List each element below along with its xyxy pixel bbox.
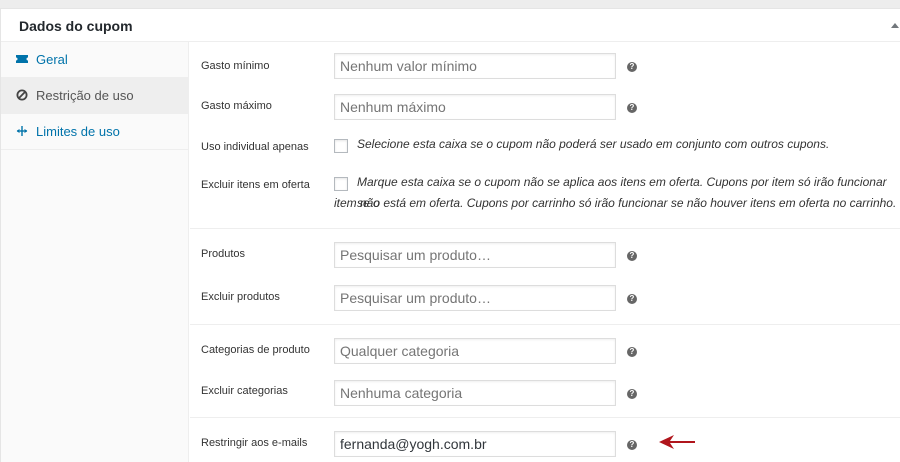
products-label: Produtos: [201, 248, 246, 260]
panel-title: Dados do cupom: [19, 18, 133, 34]
exclude-categories-input[interactable]: [334, 380, 616, 406]
products-search-input[interactable]: [334, 242, 616, 268]
individual-use-checkbox[interactable]: [334, 139, 348, 153]
tab-usage-restriction[interactable]: Restrição de uso: [1, 78, 188, 114]
exclude-categories-label: Excluir categorias: [201, 385, 288, 397]
help-icon[interactable]: ?: [627, 103, 637, 113]
categories-group: Categorias de produto ? Excluir categori…: [190, 325, 900, 418]
tab-usage-limits[interactable]: Limites de uso: [1, 114, 188, 150]
exclude-products-label: Excluir produtos: [201, 291, 280, 303]
collapse-toggle-icon[interactable]: [891, 23, 899, 28]
coupon-data-panel: Dados do cupom Geral Restrição de uso Li…: [0, 8, 900, 462]
max-spend-label: Gasto máximo: [201, 100, 272, 112]
red-arrow-annotation: [659, 435, 695, 449]
exclude-sale-checkbox[interactable]: [334, 177, 348, 191]
max-spend-input[interactable]: [334, 94, 616, 120]
products-group: Produtos ? Excluir produtos ?: [190, 229, 900, 325]
help-icon[interactable]: ?: [627, 251, 637, 261]
individual-use-description: Selecione esta caixa se o cupom não pode…: [357, 137, 830, 151]
help-icon[interactable]: ?: [627, 389, 637, 399]
coupon-tabs: Geral Restrição de uso Limites de uso: [1, 42, 189, 462]
restrict-emails-input[interactable]: [334, 431, 616, 457]
limit-icon: [16, 126, 28, 136]
tab-label: Limites de uso: [36, 124, 120, 139]
help-icon[interactable]: ?: [627, 440, 637, 450]
exclude-sale-label: Excluir itens em oferta: [201, 179, 310, 191]
min-spend-label: Gasto mínimo: [201, 60, 270, 72]
individual-use-label: Uso individual apenas: [201, 141, 309, 153]
spend-options-group: Gasto mínimo ? Gasto máximo ? Uso indivi…: [190, 42, 900, 229]
categories-input[interactable]: [334, 338, 616, 364]
tab-label: Geral: [36, 52, 68, 67]
panel-header: Dados do cupom: [1, 9, 900, 42]
ban-icon: [16, 89, 28, 101]
tab-label: Restrição de uso: [36, 88, 134, 103]
ticket-icon: [16, 55, 28, 63]
restrict-emails-label: Restringir aos e-mails: [201, 437, 308, 449]
min-spend-input[interactable]: [334, 53, 616, 79]
help-icon[interactable]: ?: [627, 347, 637, 357]
exclude-sale-description-line2: item não está em oferta. Cupons por carr…: [334, 196, 897, 210]
tab-geral[interactable]: Geral: [1, 42, 188, 78]
help-icon[interactable]: ?: [627, 294, 637, 304]
usage-restriction-form: Gasto mínimo ? Gasto máximo ? Uso indivi…: [190, 42, 900, 462]
categories-label: Categorias de produto: [201, 344, 310, 356]
exclude-products-search-input[interactable]: [334, 285, 616, 311]
help-icon[interactable]: ?: [627, 62, 637, 72]
